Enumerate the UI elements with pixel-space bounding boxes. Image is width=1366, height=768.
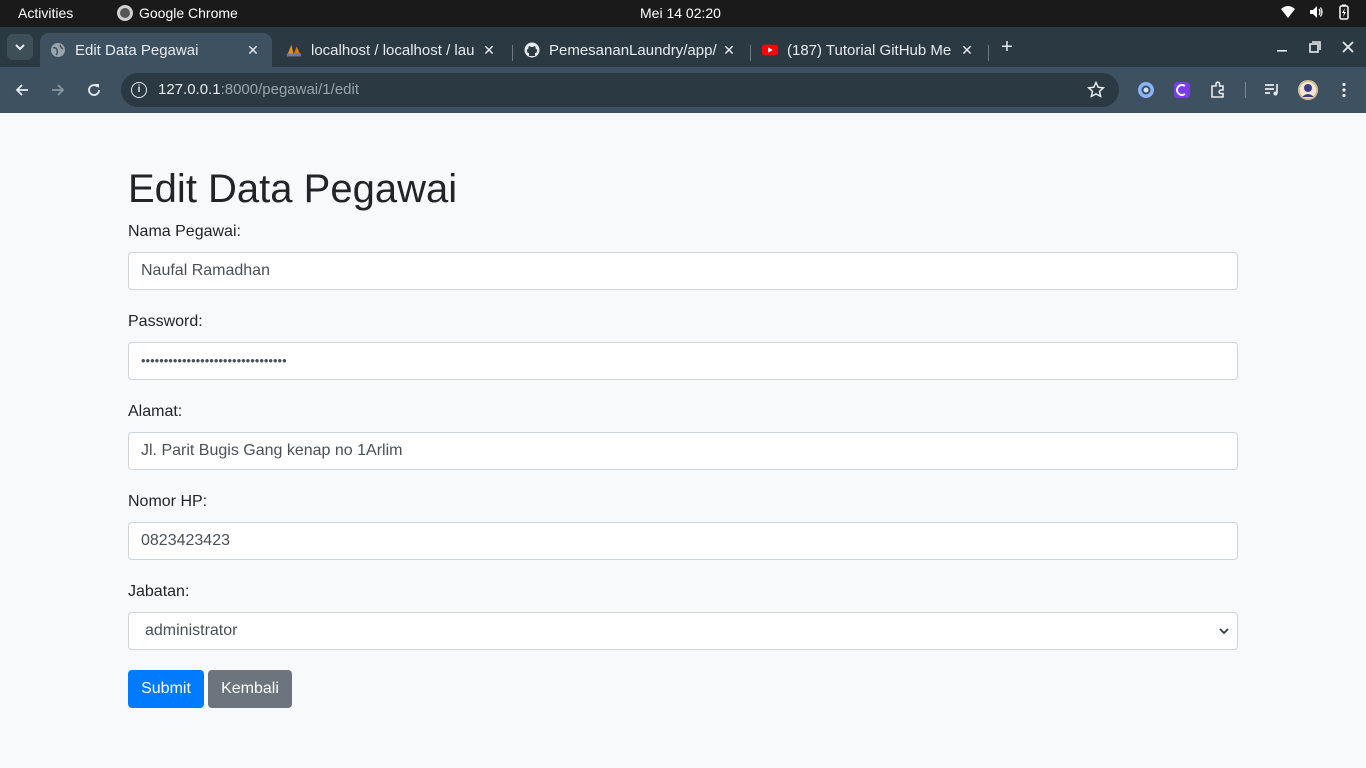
- password-label: Password:: [128, 313, 203, 330]
- close-icon: [1342, 41, 1354, 53]
- alamat-label: Alamat:: [128, 403, 183, 420]
- volume-icon: [1308, 4, 1324, 20]
- address-bar[interactable]: i 127.0.0.1:8000/pegawai/1/edit: [121, 73, 1119, 107]
- chevron-down-icon: [1219, 628, 1229, 635]
- tab-strip: Edit Data Pegawai ✕ localhost / localhos…: [0, 27, 1366, 67]
- page-viewport: Edit Data Pegawai Nama Pegawai: Naufal R…: [0, 113, 1366, 768]
- nama-pegawai-input[interactable]: Naufal Ramadhan: [128, 252, 1238, 290]
- chrome-app-icon: [117, 5, 133, 21]
- close-icon[interactable]: ✕: [244, 41, 262, 59]
- site-info-icon[interactable]: i: [131, 82, 147, 98]
- back-button[interactable]: [10, 78, 34, 102]
- jabatan-selected-value: administrator: [145, 622, 238, 639]
- jabatan-select[interactable]: administrator: [128, 612, 1238, 650]
- maximize-button[interactable]: [1305, 37, 1325, 57]
- restore-icon: [1309, 41, 1321, 53]
- system-tray[interactable]: [1280, 4, 1352, 20]
- wifi-icon: [1280, 4, 1296, 20]
- chevron-down-icon: [15, 44, 25, 51]
- github-icon: [524, 42, 540, 58]
- tab-separator: [512, 45, 513, 61]
- phpmyadmin-icon: [286, 42, 302, 58]
- activities-button[interactable]: Activities: [18, 5, 73, 21]
- extension-purple-icon[interactable]: [1172, 80, 1192, 100]
- tab-phpmyadmin[interactable]: localhost / localhost / lau ✕: [276, 33, 508, 67]
- reload-button[interactable]: [82, 78, 106, 102]
- nama-pegawai-label: Nama Pegawai:: [128, 223, 241, 240]
- system-top-bar: Activities Google Chrome Mei 14 02:20: [0, 0, 1366, 27]
- forward-button[interactable]: [46, 78, 70, 102]
- url-host: 127.0.0.1: [158, 81, 221, 98]
- url-path: :8000/pegawai/1/edit: [220, 81, 360, 98]
- tab-youtube[interactable]: (187) Tutorial GitHub Me ✕: [752, 33, 986, 67]
- tab-title: localhost / localhost / lau: [311, 41, 475, 59]
- tab-title: Edit Data Pegawai: [75, 41, 199, 59]
- app-name: Google Chrome: [139, 5, 238, 21]
- extensions-puzzle-icon[interactable]: [1208, 80, 1228, 100]
- kembali-button[interactable]: Kembali: [208, 670, 292, 708]
- chrome-menu-icon[interactable]: [1334, 80, 1354, 100]
- close-window-button[interactable]: [1338, 37, 1358, 57]
- nomor-hp-input[interactable]: 0823423423: [128, 522, 1238, 560]
- battery-icon: [1336, 4, 1352, 20]
- tab-edit-data-pegawai[interactable]: Edit Data Pegawai ✕: [40, 33, 272, 67]
- alamat-input[interactable]: Jl. Parit Bugis Gang kenap no 1Arlim: [128, 432, 1238, 470]
- new-tab-button[interactable]: +: [996, 37, 1018, 59]
- tab-github[interactable]: PemesananLaundry/app/ ✕: [514, 33, 748, 67]
- close-icon[interactable]: ✕: [958, 41, 976, 59]
- tab-title: PemesananLaundry/app/: [549, 41, 717, 59]
- clock[interactable]: Mei 14 02:20: [640, 5, 721, 21]
- youtube-icon: [762, 42, 778, 58]
- close-icon[interactable]: ✕: [720, 41, 738, 59]
- tab-separator: [750, 45, 751, 61]
- close-icon[interactable]: ✕: [480, 41, 498, 59]
- bookmark-star-icon[interactable]: [1086, 80, 1106, 99]
- nomor-hp-label: Nomor HP:: [128, 493, 208, 510]
- app-menu[interactable]: Google Chrome: [117, 5, 238, 21]
- page-title: Edit Data Pegawai: [128, 167, 458, 211]
- extension-blue-icon[interactable]: [1136, 80, 1156, 100]
- reload-icon: [88, 84, 100, 96]
- browser-toolbar: i 127.0.0.1:8000/pegawai/1/edit: [0, 67, 1366, 113]
- media-control-icon[interactable]: [1262, 80, 1282, 100]
- toolbar-separator: [1245, 82, 1246, 98]
- minimize-button[interactable]: [1272, 37, 1292, 57]
- jabatan-label: Jabatan:: [128, 583, 190, 600]
- password-input[interactable]: ••••••••••••••••••••••••••••••••: [128, 342, 1238, 380]
- profile-avatar[interactable]: [1298, 80, 1318, 100]
- tab-search-button[interactable]: [7, 34, 33, 60]
- tab-separator: [988, 45, 989, 61]
- globe-icon: [50, 42, 66, 58]
- arrow-right-icon: [52, 84, 65, 96]
- tab-title: (187) Tutorial GitHub Me: [787, 41, 952, 59]
- submit-button[interactable]: Submit: [128, 670, 204, 708]
- minimize-icon: [1277, 50, 1287, 52]
- arrow-left-icon: [15, 84, 28, 96]
- url-text[interactable]: 127.0.0.1:8000/pegawai/1/edit: [158, 81, 359, 98]
